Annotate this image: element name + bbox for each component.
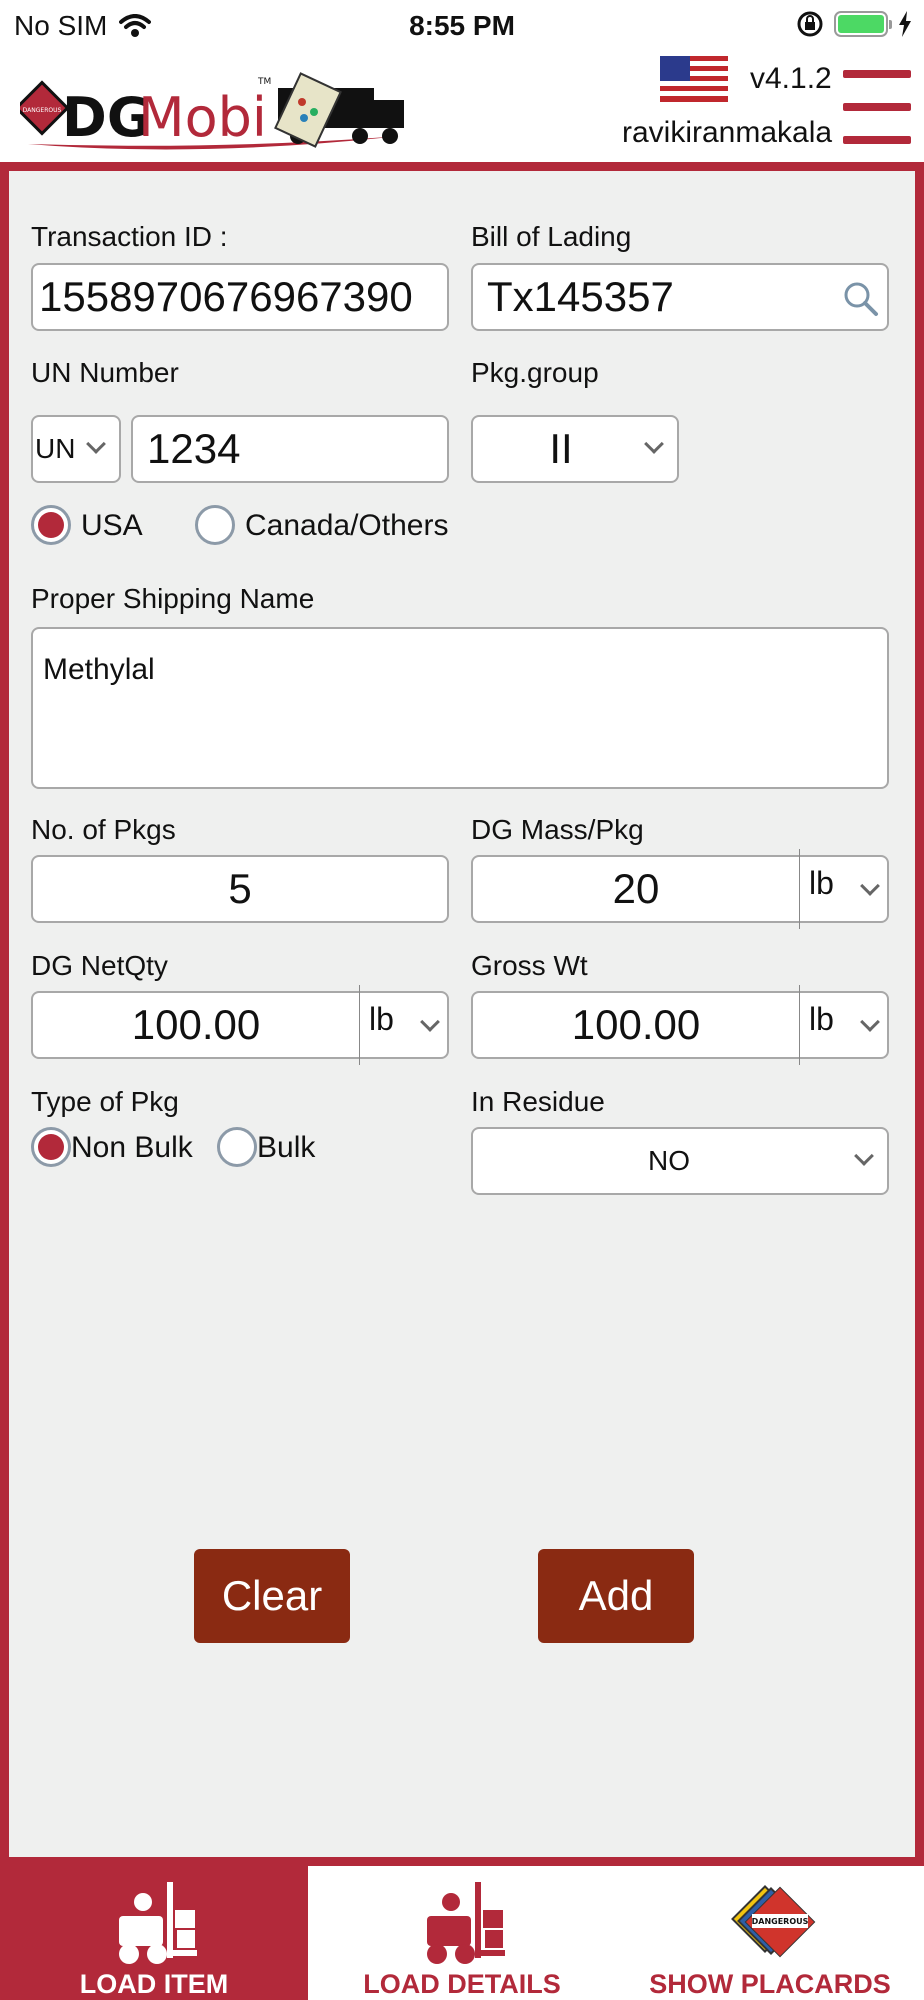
unit-divider <box>359 985 360 1065</box>
chevron-down-icon <box>854 1146 874 1166</box>
usa-radio[interactable] <box>31 505 71 545</box>
username: ravikiranmakala <box>622 116 833 149</box>
gross-wt-unit[interactable]: lb <box>809 1001 834 1038</box>
search-icon[interactable] <box>843 281 879 317</box>
tab-load-item[interactable]: LOAD ITEM <box>0 1866 308 2000</box>
un-prefix-select[interactable]: UN <box>31 415 121 483</box>
battery-icon <box>834 11 892 37</box>
canada-others-radio[interactable] <box>195 505 235 545</box>
dg-net-qty-value[interactable]: 100.00 <box>33 1001 359 1049</box>
tab-load-details-label: LOAD DETAILS <box>363 1969 561 1999</box>
chevron-down-icon <box>644 434 664 454</box>
charging-icon <box>899 11 911 37</box>
load-item-form: Transaction ID : 1558970676967390 Bill o… <box>0 162 924 1866</box>
bulk-radio-label[interactable]: Bulk <box>257 1131 315 1165</box>
dg-mass-pkg-unit[interactable]: lb <box>809 865 834 902</box>
unit-divider <box>799 985 800 1065</box>
forklift-icon <box>119 1882 197 1964</box>
svg-text:Mobi: Mobi <box>138 86 267 149</box>
transaction-id-field[interactable]: 1558970676967390 <box>31 263 449 331</box>
un-prefix-value: UN <box>35 433 76 464</box>
tab-load-details[interactable]: LOAD DETAILS <box>308 1866 616 2000</box>
dg-net-qty-label: DG NetQty <box>31 950 168 981</box>
chevron-down-icon <box>860 876 880 896</box>
app-header: DANGEROUS DG Mobi TM v4.1.2 ravikiranmak… <box>0 56 924 162</box>
in-residue-select[interactable]: NO <box>471 1127 889 1195</box>
app-version: v4.1.2 <box>750 62 832 95</box>
dg-net-qty-field[interactable]: 100.00 lb <box>31 985 449 1065</box>
chevron-down-icon <box>86 434 106 454</box>
unit-divider <box>799 849 800 929</box>
menu-icon[interactable] <box>843 70 911 148</box>
un-number-label: UN Number <box>31 357 179 388</box>
proper-shipping-name-value: Methylal <box>43 653 155 686</box>
un-number-value: 1234 <box>147 425 241 472</box>
bill-of-lading-label: Bill of Lading <box>471 221 632 252</box>
pkg-group-value: II <box>549 425 573 472</box>
non-bulk-radio[interactable] <box>31 1127 71 1167</box>
no-of-pkgs-field[interactable]: 5 <box>31 855 449 923</box>
proper-shipping-name-field[interactable]: Methylal <box>31 627 889 789</box>
chevron-down-icon <box>860 1012 880 1032</box>
status-bar: No SIM 8:55 PM <box>0 0 924 56</box>
dg-mass-pkg-label: DG Mass/Pkg <box>471 814 644 845</box>
clear-button[interactable]: Clear <box>194 1549 350 1643</box>
gross-wt-label: Gross Wt <box>471 950 588 981</box>
tab-load-item-label: LOAD ITEM <box>79 1969 229 1999</box>
tab-show-placards[interactable]: DANGEROUS SHOW PLACARDS <box>616 1866 924 2000</box>
dg-net-qty-unit[interactable]: lb <box>369 1001 394 1038</box>
pkg-group-label: Pkg.group <box>471 357 599 388</box>
un-number-field[interactable]: 1234 <box>131 415 449 483</box>
gross-wt-value[interactable]: 100.00 <box>473 1001 799 1049</box>
in-residue-value: NO <box>648 1145 690 1176</box>
bill-of-lading-field[interactable]: Tx145357 <box>471 263 889 331</box>
placard-icon: DANGEROUS <box>731 1885 816 1958</box>
bulk-radio[interactable] <box>217 1127 257 1167</box>
bill-of-lading-value: Tx145357 <box>487 273 674 320</box>
chevron-down-icon <box>420 1012 440 1032</box>
dg-mass-pkg-field[interactable]: 20 lb <box>471 849 889 929</box>
usa-radio-label[interactable]: USA <box>81 509 143 543</box>
proper-shipping-name-label: Proper Shipping Name <box>31 583 315 614</box>
canada-others-radio-label[interactable]: Canada/Others <box>245 509 448 543</box>
gross-wt-field[interactable]: 100.00 lb <box>471 985 889 1065</box>
dgmobi-logo: DANGEROUS DG Mobi TM <box>20 72 404 150</box>
in-residue-label: In Residue <box>471 1086 605 1117</box>
non-bulk-radio-label[interactable]: Non Bulk <box>71 1131 193 1165</box>
type-of-pkg-label: Type of Pkg <box>31 1086 179 1117</box>
transaction-id-value: 1558970676967390 <box>39 273 413 320</box>
pkg-group-select[interactable]: II <box>471 415 679 483</box>
logo-badge-text: DANGEROUS <box>23 107 62 114</box>
no-of-pkgs-label: No. of Pkgs <box>31 814 176 845</box>
clock: 8:55 PM <box>409 10 515 41</box>
dg-mass-pkg-value[interactable]: 20 <box>473 865 799 913</box>
add-button[interactable]: Add <box>538 1549 694 1643</box>
us-flag-icon[interactable] <box>660 56 728 102</box>
transaction-id-label: Transaction ID : <box>31 221 228 252</box>
placard-badge-text: DANGEROUS <box>752 1917 809 1926</box>
bottom-tab-bar: LOAD ITEM LOAD DETAILS DANGEROUS SHOW PL… <box>0 1866 924 2000</box>
svg-text:TM: TM <box>257 77 271 87</box>
no-of-pkgs-value: 5 <box>228 865 252 912</box>
orientation-lock-icon <box>797 11 823 37</box>
status-right <box>796 10 912 38</box>
tab-show-placards-label: SHOW PLACARDS <box>649 1969 891 1999</box>
forklift-icon <box>427 1882 505 1964</box>
